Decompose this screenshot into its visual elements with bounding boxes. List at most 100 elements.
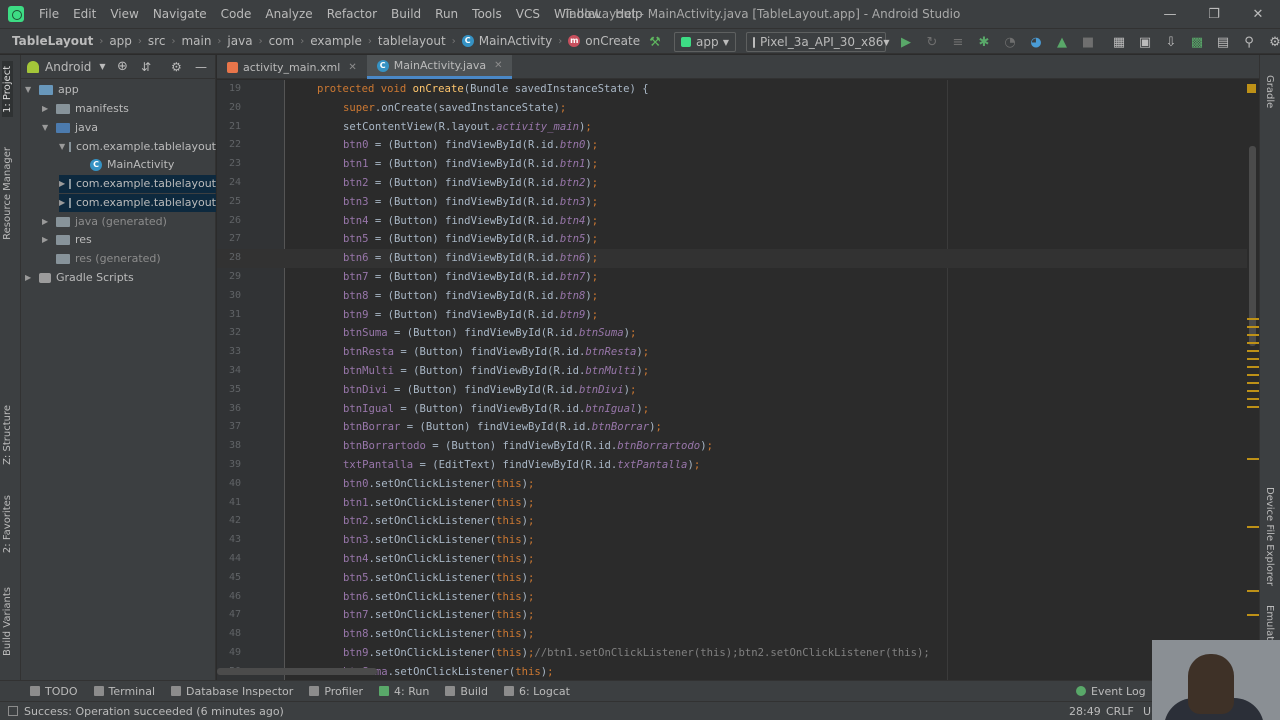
menu-refactor[interactable]: Refactor xyxy=(320,0,384,28)
debug-icon[interactable]: ✱ xyxy=(976,34,992,50)
line-number[interactable]: 43 xyxy=(217,531,241,550)
code-line[interactable]: 25 btn3 = (Button) findViewById(R.id.btn3… xyxy=(217,193,1247,212)
warning-indicator-icon[interactable] xyxy=(1247,84,1256,93)
chevron-down-icon[interactable]: ▼ xyxy=(25,81,35,99)
breadcrumb-item[interactable]: app xyxy=(105,34,136,48)
warning-marker[interactable] xyxy=(1247,342,1259,344)
chevron-right-icon[interactable]: ▶ xyxy=(25,269,35,287)
tree-item[interactable]: ▶ res xyxy=(42,231,216,249)
file-encoding[interactable]: U xyxy=(1143,705,1151,718)
gradle-sync-icon[interactable]: ▲ xyxy=(1054,34,1070,50)
code-line[interactable]: 22 btn0 = (Button) findViewById(R.id.btn0… xyxy=(217,136,1247,155)
search-icon[interactable]: ⚲ xyxy=(1241,34,1257,50)
tree-item[interactable]: ▶ java (generated) xyxy=(42,213,216,231)
line-separator[interactable]: CRLF xyxy=(1106,705,1134,718)
menu-edit[interactable]: Edit xyxy=(66,0,103,28)
gear-icon[interactable]: ⚙ xyxy=(171,60,182,74)
breadcrumb-class[interactable]: C MainActivity xyxy=(458,34,557,48)
chevron-down-icon[interactable]: ▼ xyxy=(42,119,52,137)
make-project-icon[interactable]: ⚒ xyxy=(647,34,663,50)
code-line[interactable]: 30 btn8 = (Button) findViewById(R.id.btn8… xyxy=(217,287,1247,306)
tool-window-gradle[interactable]: Gradle xyxy=(1264,75,1275,108)
line-number[interactable]: 36 xyxy=(217,400,241,419)
line-number[interactable]: 19 xyxy=(217,80,241,99)
apply-code-changes-icon[interactable]: ≡ xyxy=(950,34,966,50)
project-structure-icon[interactable]: ▦ xyxy=(1111,34,1127,50)
line-number[interactable]: 22 xyxy=(217,136,241,155)
breadcrumb-item[interactable]: java xyxy=(223,34,256,48)
tree-item[interactable]: ▶ manifests xyxy=(42,100,216,118)
line-number[interactable]: 33 xyxy=(217,343,241,362)
breadcrumb-item[interactable]: TableLayout xyxy=(8,34,97,48)
code-line[interactable]: 47 btn7.setOnClickListener(this); xyxy=(217,606,1247,625)
warning-marker[interactable] xyxy=(1247,526,1259,528)
line-number[interactable]: 41 xyxy=(217,494,241,513)
menu-navigate[interactable]: Navigate xyxy=(146,0,214,28)
line-number[interactable]: 24 xyxy=(217,174,241,193)
avd-manager-icon[interactable]: ▣ xyxy=(1137,34,1153,50)
warning-marker[interactable] xyxy=(1247,374,1259,376)
code-line[interactable]: 32 btnSuma = (Button) findViewById(R.id.b… xyxy=(217,324,1247,343)
tree-item[interactable]: ▼ com.example.tablelayout xyxy=(59,138,216,156)
device-selector[interactable]: Pixel_3a_API_30_x86 ▼ xyxy=(746,32,890,52)
breadcrumb-method[interactable]: m onCreate xyxy=(564,34,644,48)
sdk-manager-icon[interactable]: ⇩ xyxy=(1163,34,1179,50)
tool-window-4-run[interactable]: 4: Run xyxy=(371,685,437,698)
restore-icon[interactable]: ❐ xyxy=(1192,0,1236,28)
tool-window-project[interactable]: 1: Project xyxy=(2,61,13,117)
tree-item[interactable]: C MainActivity xyxy=(76,156,216,174)
line-number[interactable]: 45 xyxy=(217,569,241,588)
close-icon[interactable]: ✕ xyxy=(494,60,502,71)
code-editor[interactable]: 19 protected void onCreate(Bundle savedIn… xyxy=(217,80,1259,680)
line-number[interactable]: 31 xyxy=(217,306,241,325)
code-line[interactable]: 21 setContentView(R.layout.activity_main)… xyxy=(217,118,1247,137)
tree-item[interactable]: ▶ com.example.tablelayout xyxy=(59,175,216,193)
tree-item[interactable]: res (generated) xyxy=(42,250,216,268)
code-line[interactable]: 48 btn8.setOnClickListener(this); xyxy=(217,625,1247,644)
device-manager-icon[interactable]: ▩ xyxy=(1189,34,1205,50)
warning-marker[interactable] xyxy=(1247,390,1259,392)
breadcrumb-item[interactable]: example xyxy=(306,34,366,48)
tab-main-activity-java[interactable]: C MainActivity.java ✕ xyxy=(366,55,513,79)
code-line[interactable]: 43 btn3.setOnClickListener(this); xyxy=(217,531,1247,550)
code-line[interactable]: 41 btn1.setOnClickListener(this); xyxy=(217,494,1247,513)
tree-item[interactable]: ▶ com.example.tablelayout xyxy=(59,194,216,212)
line-number[interactable]: 47 xyxy=(217,606,241,625)
chevron-down-icon[interactable]: ▼ xyxy=(99,62,105,71)
menu-code[interactable]: Code xyxy=(214,0,259,28)
code-line[interactable]: 28 btn6 = (Button) findViewById(R.id.btn6… xyxy=(217,249,1247,268)
event-log-button[interactable]: Event Log xyxy=(1068,685,1154,698)
code-line[interactable]: 42 btn2.setOnClickListener(this); xyxy=(217,512,1247,531)
minimize-icon[interactable]: — xyxy=(1148,0,1192,28)
run-icon[interactable]: ▶ xyxy=(898,34,914,50)
line-number[interactable]: 32 xyxy=(217,324,241,343)
line-number[interactable]: 37 xyxy=(217,418,241,437)
stop-icon[interactable]: ■ xyxy=(1080,34,1096,50)
line-number[interactable]: 49 xyxy=(217,644,241,663)
warning-marker[interactable] xyxy=(1247,358,1259,360)
status-message[interactable]: Success: Operation succeeded (6 minutes … xyxy=(24,705,284,718)
apply-changes-icon[interactable]: ↻ xyxy=(924,34,940,50)
settings-icon[interactable]: ⚙ xyxy=(1267,34,1280,50)
tree-item[interactable]: ▶ Gradle Scripts xyxy=(25,269,216,287)
warning-marker[interactable] xyxy=(1247,458,1259,460)
line-number[interactable]: 21 xyxy=(217,118,241,137)
code-line[interactable]: 29 btn7 = (Button) findViewById(R.id.btn7… xyxy=(217,268,1247,287)
menu-run[interactable]: Run xyxy=(428,0,465,28)
line-number[interactable]: 34 xyxy=(217,362,241,381)
menu-build[interactable]: Build xyxy=(384,0,428,28)
warning-marker[interactable] xyxy=(1247,350,1259,352)
line-number[interactable]: 40 xyxy=(217,475,241,494)
warning-marker[interactable] xyxy=(1247,398,1259,400)
code-line[interactable]: 44 btn4.setOnClickListener(this); xyxy=(217,550,1247,569)
code-line[interactable]: 20 super.onCreate(savedInstanceState); xyxy=(217,99,1247,118)
code-line[interactable]: 45 btn5.setOnClickListener(this); xyxy=(217,569,1247,588)
collapse-all-icon[interactable]: ⇵ xyxy=(141,60,151,74)
code-line[interactable]: 31 btn9 = (Button) findViewById(R.id.btn9… xyxy=(217,306,1247,325)
project-view-mode[interactable]: Android xyxy=(45,60,91,74)
warning-marker[interactable] xyxy=(1247,366,1259,368)
chevron-right-icon[interactable]: ▶ xyxy=(42,213,52,231)
code-line[interactable]: 23 btn1 = (Button) findViewById(R.id.btn1… xyxy=(217,155,1247,174)
close-icon[interactable]: ✕ xyxy=(1236,0,1280,28)
attach-debugger-icon[interactable]: ◕ xyxy=(1028,34,1044,50)
